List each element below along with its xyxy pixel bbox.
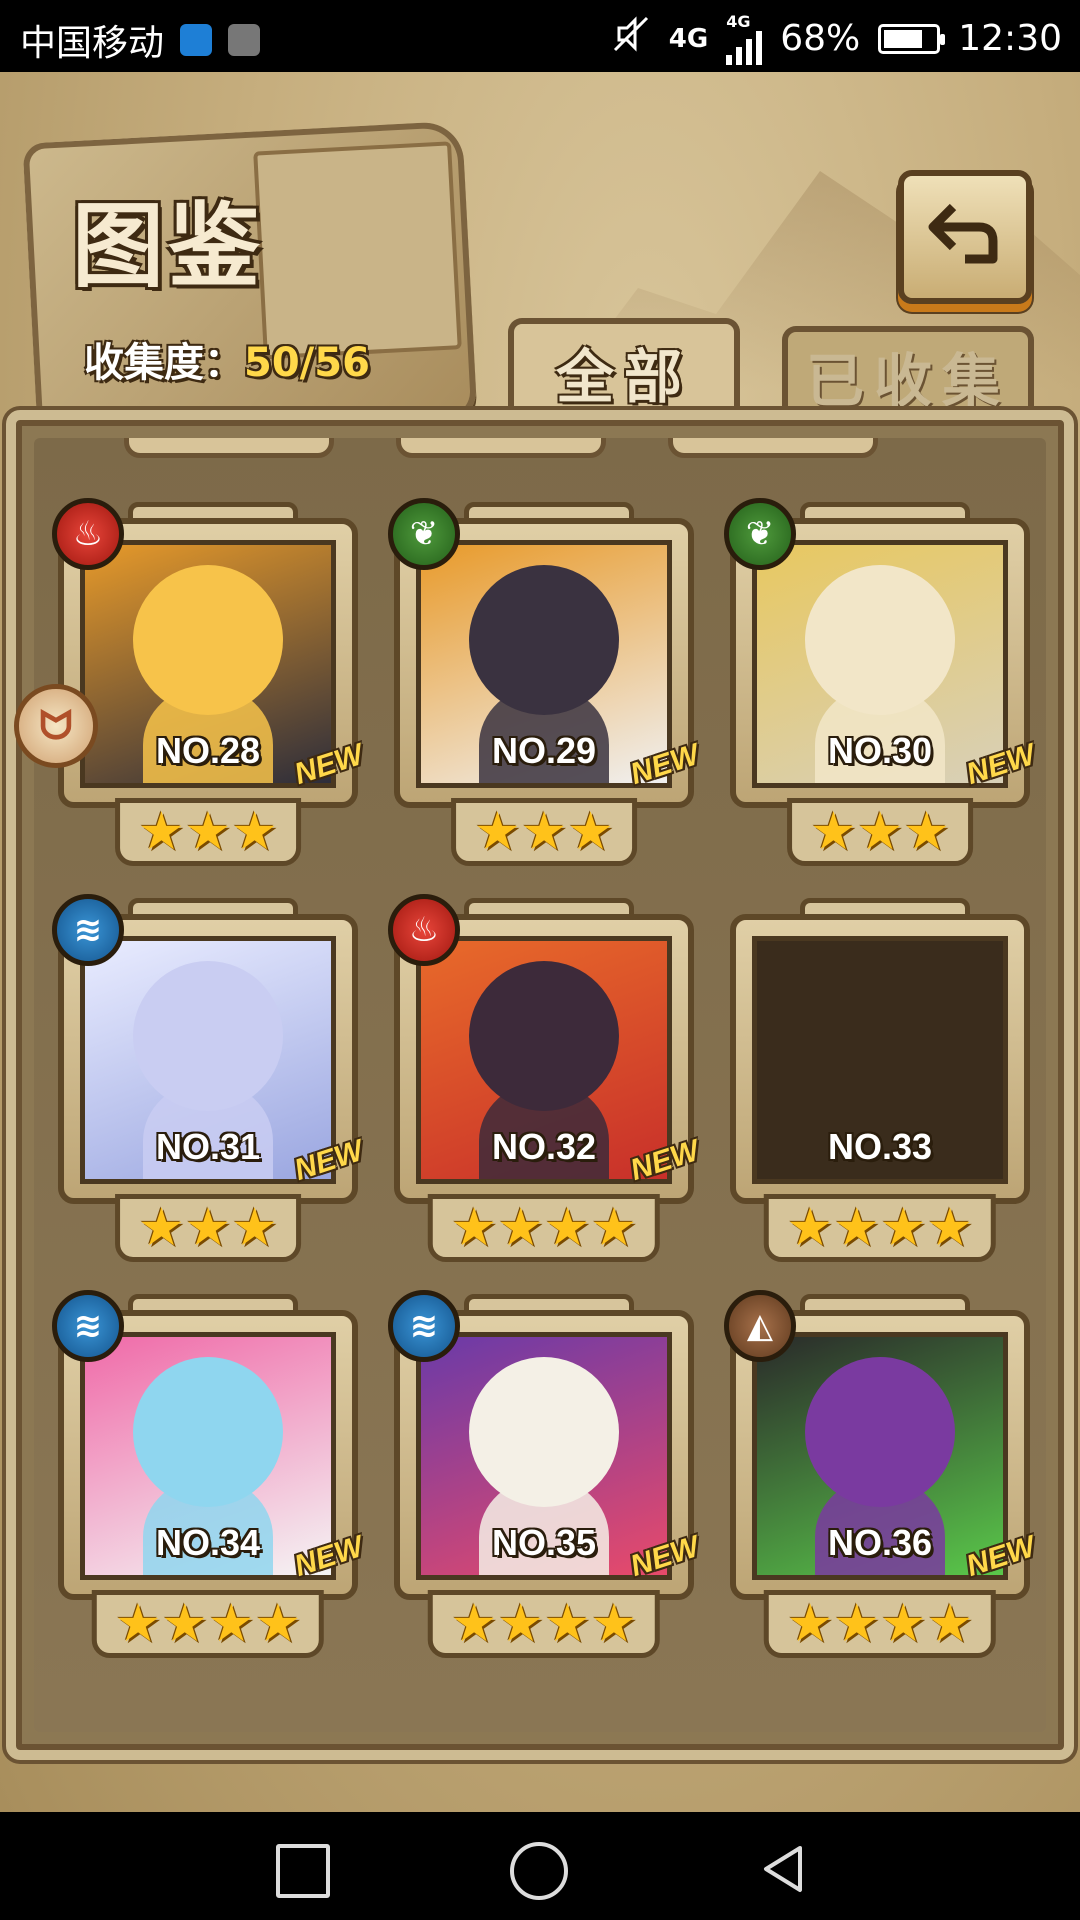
character-head: [469, 961, 619, 1111]
leaf-icon: ❦: [388, 498, 460, 570]
progress-label: 收集度：: [84, 340, 244, 386]
carrier-label: 中国移动: [20, 23, 165, 64]
character-head: [469, 1357, 619, 1507]
star-icons: ★★★★: [450, 1594, 638, 1654]
app-notification-icon: [180, 24, 213, 56]
collection-panel: NO.28 NEW ★★★ ♨ NO.29 NEW ★★★ ❦ NO.30 NEW ★★★ ❦ NO.3…: [6, 410, 1074, 1760]
battery-percent: 68%: [780, 18, 861, 59]
star-rating: ★★★: [787, 798, 973, 866]
star-rating: ★★★: [115, 798, 301, 866]
star-icons: ★★★★: [450, 1198, 638, 1258]
collection-card[interactable]: NO.29 NEW ★★★ ❦: [388, 498, 703, 866]
card-number: NO.33: [827, 1126, 933, 1167]
collection-card[interactable]: NO.31 NEW ★★★ ≋: [52, 894, 367, 1262]
star-icons: ★★★: [810, 802, 950, 862]
image-notification-icon: [228, 24, 261, 56]
game-screen: 图鉴 收集度：50/56 全部 已收集 NO.28 NEW ★★★ ♨ NO.29 NEW…: [0, 72, 1080, 1812]
collection-card[interactable]: NO.36 NEW ★★★★ ◭: [724, 1290, 1039, 1658]
water-icon: ≋: [52, 894, 124, 966]
card-grid[interactable]: NO.28 NEW ★★★ ♨ NO.29 NEW ★★★ ❦ NO.30 NEW ★★★ ❦ NO.3…: [34, 438, 1046, 1732]
collection-progress: 收集度：50/56: [84, 330, 370, 388]
star-icons: ★★★: [138, 1198, 278, 1258]
home-button[interactable]: [510, 1842, 568, 1900]
return-arrow-icon: [925, 195, 1005, 279]
previous-row-card-edge: [396, 438, 606, 458]
character-head: [805, 565, 955, 715]
character-head: [133, 961, 283, 1111]
navigation-bar: [0, 1812, 1080, 1920]
status-bar: 中国移动 4G 4G 68% 12:30: [0, 0, 1080, 72]
star-rating: ★★★★: [763, 1194, 997, 1262]
mute-icon: [611, 14, 651, 63]
collection-card[interactable]: NO.33 ★★★★: [730, 894, 1030, 1262]
back-button[interactable]: [898, 170, 1032, 304]
collection-card[interactable]: NO.32 NEW ★★★★ ♨: [388, 894, 703, 1262]
clock: 12:30: [958, 18, 1062, 59]
earth-icon: ◭: [724, 1290, 796, 1362]
star-icons: ★★★: [138, 802, 278, 862]
leaf-icon: ❦: [724, 498, 796, 570]
fire-icon: ♨: [52, 498, 124, 570]
collection-card[interactable]: NO.35 NEW ★★★★ ≋: [388, 1290, 703, 1658]
network-type-label: 4G: [668, 23, 709, 54]
character-head: [805, 1357, 955, 1507]
character-head: [133, 565, 283, 715]
progress-value: 50/56: [244, 340, 370, 386]
star-icons: ★★★: [474, 802, 614, 862]
signal-icon: [726, 31, 763, 65]
network-type-label-2: 4G: [726, 12, 751, 31]
character-head: [133, 1357, 283, 1507]
collection-card[interactable]: NO.30 NEW ★★★ ❦: [724, 498, 1039, 866]
star-rating: ★★★★: [427, 1194, 661, 1262]
side-pointer-icon[interactable]: ᗢ: [14, 684, 98, 768]
tab-collected[interactable]: 已收集: [782, 326, 1034, 420]
page-title: 图鉴: [72, 192, 265, 300]
previous-row-card-edge: [668, 438, 878, 458]
back-nav-button[interactable]: [756, 1842, 810, 1896]
star-rating: ★★★★: [427, 1590, 661, 1658]
water-icon: ≋: [52, 1290, 124, 1362]
fire-icon: ♨: [388, 894, 460, 966]
star-icons: ★★★★: [114, 1594, 302, 1654]
book-page: [253, 141, 462, 360]
recent-apps-button[interactable]: [276, 1844, 330, 1898]
star-rating: ★★★: [451, 798, 637, 866]
star-rating: ★★★★: [763, 1590, 997, 1658]
previous-row-card-edge: [124, 438, 334, 458]
collection-card[interactable]: NO.34 NEW ★★★★ ≋: [52, 1290, 367, 1658]
star-rating: ★★★★: [91, 1590, 325, 1658]
character-head: [469, 565, 619, 715]
star-rating: ★★★: [115, 1194, 301, 1262]
star-icons: ★★★★: [786, 1198, 974, 1258]
collection-card[interactable]: NO.28 NEW ★★★ ♨: [52, 498, 367, 866]
tab-all[interactable]: 全部: [508, 318, 740, 420]
battery-icon: [878, 23, 946, 54]
water-icon: ≋: [388, 1290, 460, 1362]
star-icons: ★★★★: [786, 1594, 974, 1654]
